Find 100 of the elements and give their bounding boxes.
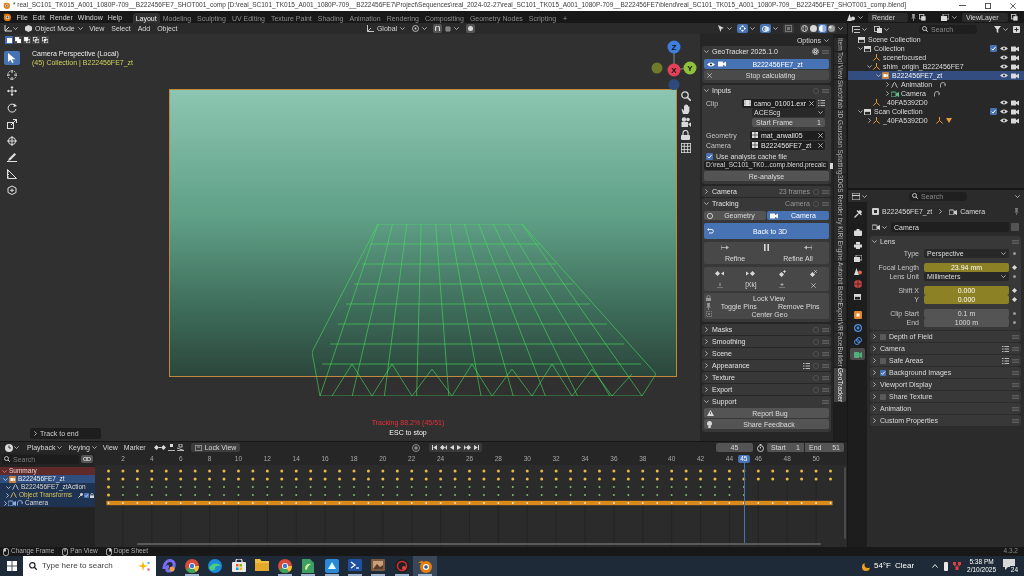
caret-down-icon[interactable] [2, 469, 7, 473]
caret-right-icon[interactable] [705, 363, 708, 368]
drag-handle-icon[interactable] [1012, 370, 1019, 375]
caret-right-icon[interactable] [873, 394, 876, 399]
list-icon[interactable] [818, 100, 825, 106]
gear-icon[interactable] [812, 48, 819, 55]
stacked-images-icon[interactable] [941, 13, 949, 21]
track-backward-icon[interactable] [721, 245, 730, 250]
clear-icon[interactable] [809, 100, 814, 106]
clear-icon[interactable] [818, 142, 823, 148]
caret-right-icon[interactable] [873, 346, 876, 351]
drag-handle-icon[interactable] [1012, 406, 1019, 411]
camera-icon[interactable] [1011, 54, 1019, 61]
eye-icon[interactable] [1000, 64, 1008, 69]
remove-keyframe-icon[interactable] [809, 269, 817, 277]
drag-handle-icon[interactable] [1012, 358, 1019, 363]
camera-icon[interactable] [718, 61, 726, 67]
axis-handle[interactable]: X [667, 63, 681, 77]
add-keyframe-icon[interactable] [778, 269, 786, 277]
caret-right-icon[interactable] [705, 189, 708, 194]
caret-right-icon[interactable] [873, 334, 876, 339]
dot-icon[interactable] [1012, 312, 1016, 315]
axis-handle[interactable]: Y [683, 61, 697, 75]
select-mode-button[interactable] [23, 36, 31, 44]
caret-right-icon[interactable] [705, 351, 708, 356]
select-mode-button[interactable] [5, 36, 13, 44]
caret-right-icon[interactable] [705, 327, 708, 332]
shading-button[interactable] [818, 24, 827, 33]
horizontal-scrollbar[interactable] [137, 543, 821, 545]
tool-button[interactable] [4, 117, 20, 131]
drag-handle-icon[interactable] [822, 49, 829, 54]
pin-icon[interactable] [706, 302, 711, 310]
caret-down-icon[interactable] [857, 47, 863, 50]
caret-right-icon[interactable] [885, 82, 889, 87]
new-collection-icon[interactable] [1013, 25, 1020, 33]
camera-icon[interactable] [1011, 108, 1019, 115]
clear-forward-icon[interactable] [779, 282, 786, 288]
dot-icon[interactable] [1012, 252, 1016, 255]
checkbox[interactable] [84, 492, 89, 498]
lock-icon[interactable] [90, 492, 94, 498]
tool-button[interactable] [4, 166, 20, 181]
stopwatch-icon[interactable] [757, 443, 764, 452]
caret-right-icon[interactable] [705, 387, 708, 392]
axis-handle[interactable]: Z [667, 40, 681, 54]
drag-handle-icon[interactable] [822, 399, 829, 404]
viewport-toggle[interactable] [783, 24, 794, 33]
drag-handle-icon[interactable] [822, 189, 829, 194]
filter-layers-icon[interactable] [874, 25, 882, 33]
keyframe-type-icon[interactable] [153, 445, 166, 450]
select-mode-button[interactable] [32, 36, 40, 44]
jump-start-icon[interactable] [432, 445, 438, 450]
axis-handle[interactable] [651, 62, 663, 74]
select-mode-button[interactable] [14, 36, 22, 44]
duplicate-icon[interactable] [919, 13, 926, 21]
eye-icon[interactable] [1000, 118, 1008, 123]
drag-handle-icon[interactable] [822, 88, 829, 93]
axes-editor-icon[interactable] [4, 25, 12, 32]
caret-down-icon[interactable] [866, 65, 872, 68]
handle-type-icon[interactable] [167, 444, 175, 451]
caret-down-icon[interactable] [3, 477, 8, 481]
caret-right-icon[interactable] [873, 418, 876, 423]
track-forward-icon[interactable] [803, 245, 812, 250]
filter-button[interactable] [81, 455, 93, 463]
zoom-icon[interactable] [681, 91, 691, 101]
caret-right-icon[interactable] [873, 406, 876, 411]
clear-all-icon[interactable] [810, 282, 816, 288]
shading-button[interactable] [800, 24, 809, 33]
close-icon[interactable] [1010, 2, 1016, 9]
play-reverse-icon[interactable] [450, 445, 455, 450]
orientation-icon[interactable] [366, 25, 374, 32]
caret-down-icon[interactable] [872, 240, 877, 243]
exclude-checkbox[interactable] [990, 108, 997, 115]
dot-icon[interactable] [1012, 275, 1016, 278]
pin-icon[interactable] [1014, 208, 1019, 215]
checkbox[interactable] [706, 152, 713, 160]
eye-icon[interactable] [1000, 55, 1008, 60]
eye-icon[interactable] [707, 61, 715, 67]
drag-handle-icon[interactable] [1012, 239, 1019, 244]
pin-icon[interactable] [911, 13, 916, 21]
viewport-toggle[interactable] [737, 24, 748, 33]
network-icon[interactable] [953, 562, 962, 570]
drag-handle-icon[interactable] [822, 327, 829, 332]
caret-down-icon[interactable] [6, 485, 11, 489]
checkbox[interactable] [880, 333, 886, 340]
drag-handle-icon[interactable] [822, 351, 829, 356]
search-field[interactable]: Type here to search [23, 556, 156, 576]
caret-right-icon[interactable] [873, 370, 876, 375]
caret-down-icon[interactable] [704, 400, 709, 403]
drag-handle-icon[interactable] [1012, 382, 1019, 387]
clear-icon[interactable] [818, 132, 823, 138]
taskbar-app-button[interactable] [413, 556, 437, 576]
axis-handle[interactable] [668, 79, 680, 90]
caret-down-icon[interactable] [704, 50, 709, 53]
editor-type-icon[interactable] [852, 192, 860, 200]
drag-handle-icon[interactable] [1012, 346, 1019, 351]
drag-handle-icon[interactable] [1012, 394, 1019, 399]
viewport-toggle[interactable] [760, 24, 771, 33]
checkbox[interactable] [880, 369, 886, 376]
tool-button[interactable] [4, 133, 20, 148]
tool-button[interactable] [4, 150, 20, 164]
